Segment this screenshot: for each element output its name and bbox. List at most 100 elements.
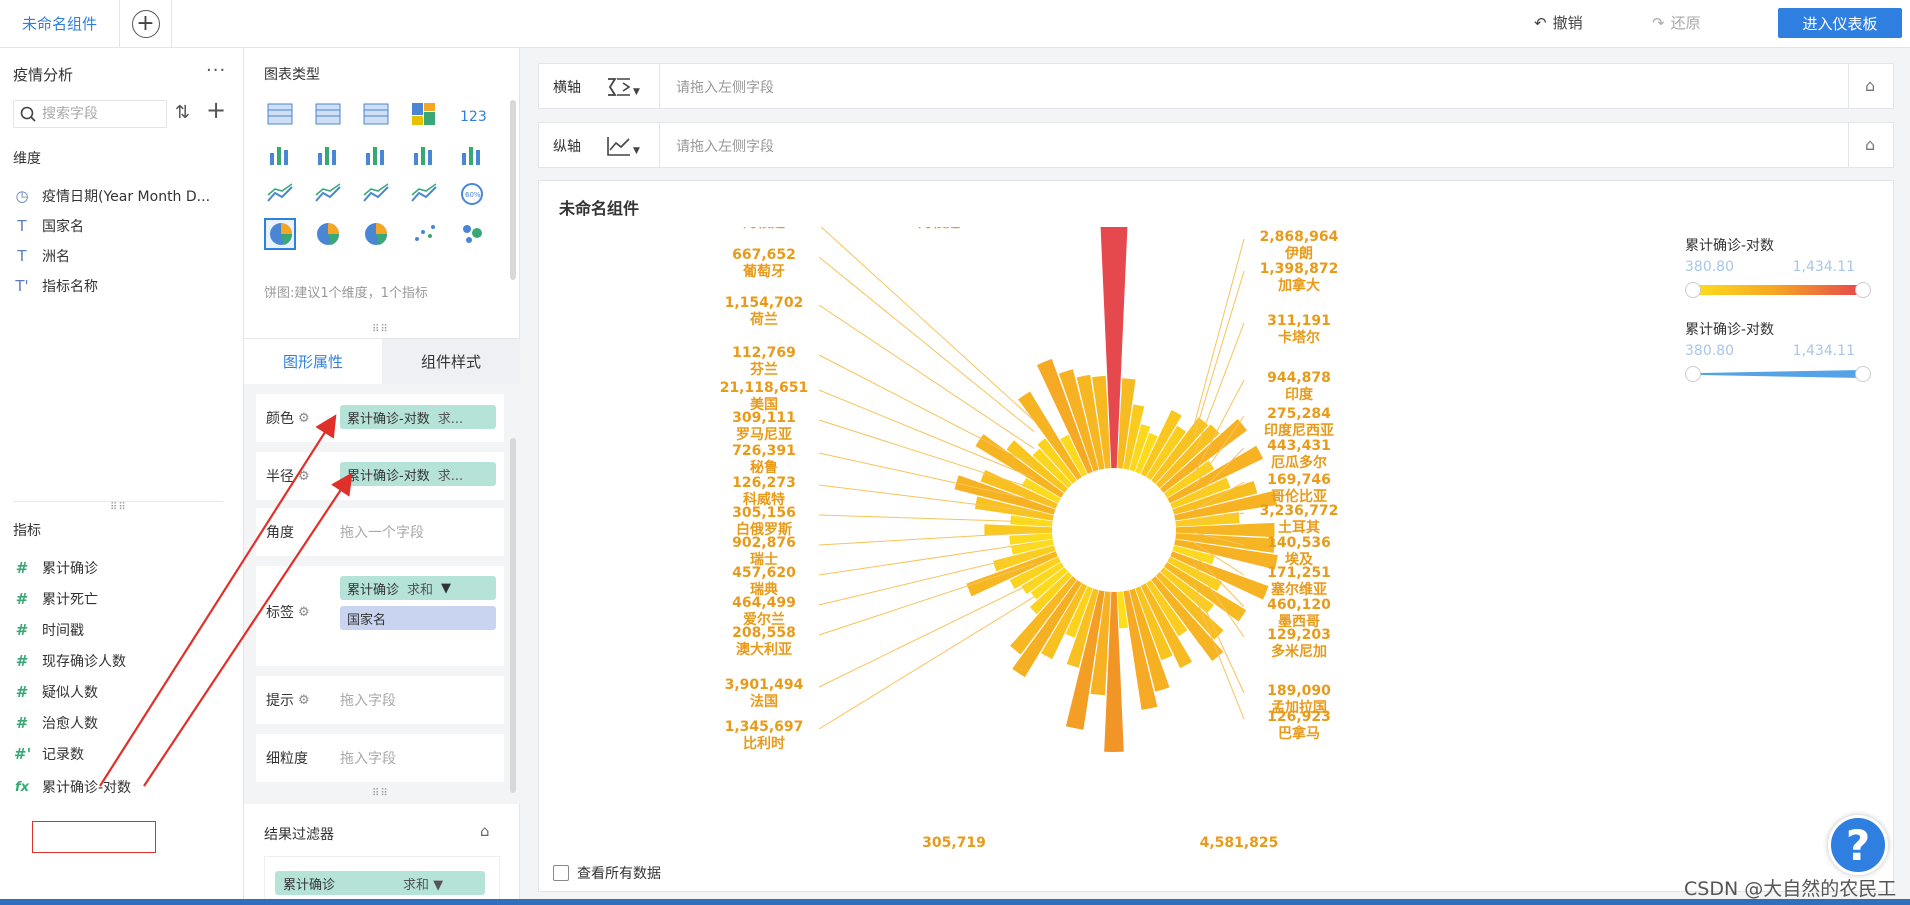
label-field-pill[interactable]: 累计确诊 求和 ▼: [340, 576, 496, 600]
measure-item[interactable]: # 治愈人数: [14, 713, 98, 733]
cross-table-icon[interactable]: [312, 98, 344, 130]
sort-icon[interactable]: ⇅: [175, 102, 190, 123]
enter-dashboard-button[interactable]: 进入仪表板: [1778, 8, 1902, 38]
bar-value-label: 140,536: [1267, 535, 1331, 551]
stacked-hbar-icon[interactable]: [408, 138, 440, 170]
granularity-prop-row: 细粒度 拖入字段: [256, 734, 504, 782]
tab-unnamed-component[interactable]: 未命名组件: [0, 0, 120, 47]
filter-icon[interactable]: ▼: [441, 581, 451, 596]
radar-chart-icon[interactable]: [360, 178, 392, 210]
color-prop-row: 颜色 ⚙ 累计确诊-对数 求...: [256, 394, 504, 442]
bar-value-label: 3,236,772: [1260, 503, 1339, 519]
label-field-pill[interactable]: 国家名: [340, 606, 496, 630]
bubble-icon[interactable]: [456, 218, 488, 250]
tab-graph-properties[interactable]: 图形属性: [244, 338, 382, 384]
detail-table-icon[interactable]: [360, 98, 392, 130]
stream-chart-icon[interactable]: [408, 178, 440, 210]
dimension-label: 指标名称: [42, 279, 98, 295]
add-tab-button[interactable]: +: [120, 0, 172, 47]
properties-area: 颜色 ⚙ 累计确诊-对数 求... 半径 ⚙ 累计确诊-对数 求... 角度 拖入一个字…: [244, 384, 520, 804]
measure-label: 记录数: [42, 747, 84, 763]
measure-item[interactable]: #' 记录数: [14, 744, 84, 764]
redo-button[interactable]: ↷ 还原: [1652, 12, 1701, 33]
dimension-item[interactable]: T 洲名: [14, 246, 70, 266]
tooltip-prop-row: 提示 ⚙ 拖入字段: [256, 676, 504, 724]
measure-item[interactable]: # 时间戳: [14, 620, 84, 640]
scrollbar[interactable]: [510, 438, 516, 793]
resize-handle[interactable]: ⠿⠿: [372, 788, 389, 799]
grouped-bar-icon[interactable]: [360, 138, 392, 170]
scatter-icon[interactable]: [408, 218, 440, 250]
legend-min-handle[interactable]: [1685, 366, 1701, 382]
gear-icon[interactable]: ⚙: [298, 411, 310, 426]
scrollbar[interactable]: [510, 100, 516, 280]
granularity-drop-zone[interactable]: 拖入字段: [340, 748, 396, 768]
radius-field-pill[interactable]: 累计确诊-对数 求...: [340, 462, 496, 486]
axis-type-icon[interactable]: ▼: [605, 73, 645, 101]
line-chart-icon[interactable]: [312, 178, 344, 210]
treemap-icon[interactable]: [408, 98, 440, 130]
rose-pie-icon[interactable]: [312, 218, 344, 250]
view-all-data-checkbox[interactable]: 查看所有数据: [553, 863, 661, 883]
legend-min-handle[interactable]: [1685, 282, 1701, 298]
legend-size-bar: [1689, 370, 1861, 378]
dimension-item[interactable]: T' 指标名称: [14, 276, 98, 296]
resize-handle[interactable]: ⠿⠿: [110, 502, 127, 513]
x-axis-drop-zone[interactable]: 请拖入左侧字段: [659, 64, 1849, 108]
measure-item[interactable]: # 疑似人数: [14, 682, 98, 702]
kpi-card-icon[interactable]: 123: [456, 98, 488, 130]
gauge-icon[interactable]: 60%: [456, 178, 488, 210]
checkbox[interactable]: [553, 865, 569, 881]
gear-icon[interactable]: ⚙: [298, 605, 310, 620]
resize-handle[interactable]: ⠿⠿: [372, 324, 389, 335]
legend-max-handle[interactable]: [1855, 282, 1871, 298]
gear-icon[interactable]: ⚙: [298, 469, 310, 484]
hash-icon: #: [15, 652, 29, 670]
y-axis-drop-zone[interactable]: 请拖入左侧字段: [659, 123, 1849, 167]
measure-item[interactable]: # 累计死亡: [14, 589, 98, 609]
bar-value-label: 311,191: [1267, 313, 1331, 329]
tooltip-drop-zone[interactable]: 拖入字段: [340, 690, 396, 710]
radial-bar-chart: 2,868,964伊朗1,398,872加拿大 311,191卡塔尔 944,878…: [720, 227, 1339, 851]
legend-max-handle[interactable]: [1855, 366, 1871, 382]
filter-field-pill[interactable]: 累计确诊 求和 ▼: [275, 871, 485, 895]
add-field-icon[interactable]: +: [206, 96, 226, 124]
color-field-pill[interactable]: 累计确诊-对数 求...: [340, 405, 496, 429]
more-icon[interactable]: ···: [206, 60, 226, 81]
filter-icon[interactable]: ▼: [433, 878, 443, 893]
field-panel: 疫情分析 ··· ⇅ + 维度 ◷ 疫情日期(Year Month D... T…: [0, 48, 244, 905]
dimension-item[interactable]: ◷ 疫情日期(Year Month D...: [14, 186, 210, 206]
table-chart-icon[interactable]: [264, 98, 296, 130]
measure-item[interactable]: # 累计确诊: [14, 558, 98, 578]
help-button[interactable]: ?: [1828, 815, 1888, 875]
dimension-item[interactable]: T 国家名: [14, 216, 84, 236]
bar-chart-icon[interactable]: [312, 138, 344, 170]
calculated-field-item[interactable]: fx 累计确诊-对数: [14, 777, 131, 797]
stacked-bar-icon[interactable]: [264, 138, 296, 170]
bar-value-label: 129,203: [1267, 627, 1331, 643]
undo-label: 撤销: [1552, 14, 1583, 32]
view-all-label: 查看所有数据: [577, 866, 661, 882]
legend-title: 累计确诊-对数: [1685, 322, 1775, 338]
axis-type-icon[interactable]: ▼: [605, 132, 645, 160]
highlight-box: [32, 821, 156, 853]
gear-icon[interactable]: ⚙: [298, 693, 310, 708]
undo-button[interactable]: ↶ 撤销: [1534, 12, 1583, 33]
measure-item[interactable]: # 现存确诊人数: [14, 651, 126, 671]
waterfall-icon[interactable]: [456, 138, 488, 170]
clear-icon[interactable]: ⌂: [1865, 76, 1875, 95]
dimension-header: 维度: [13, 151, 41, 167]
radius-prop-row: 半径 ⚙ 累计确诊-对数 求...: [256, 452, 504, 500]
tab-component-style[interactable]: 组件样式: [382, 338, 520, 384]
area-chart-icon[interactable]: [264, 178, 296, 210]
filter-settings-icon[interactable]: ⌂: [480, 822, 490, 840]
search-input[interactable]: [42, 106, 152, 122]
pie-chart-icon[interactable]: [264, 218, 296, 250]
measure-label: 治愈人数: [42, 716, 98, 732]
color-label: 颜色 ⚙: [266, 410, 310, 428]
bar-country-label: 加拿大: [1277, 277, 1320, 294]
field-search[interactable]: [13, 100, 167, 128]
ring-chart-icon[interactable]: [360, 218, 392, 250]
clear-icon[interactable]: ⌂: [1865, 135, 1875, 154]
angle-drop-zone[interactable]: 拖入一个字段: [340, 522, 424, 542]
